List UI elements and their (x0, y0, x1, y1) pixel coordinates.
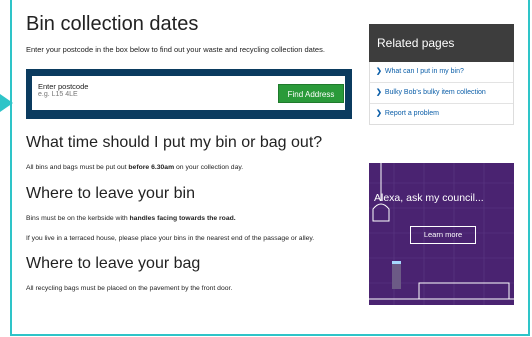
intro-text: Enter your postcode in the box below to … (26, 45, 325, 54)
related-link[interactable]: ❯ Report a problem (370, 104, 513, 124)
main-content: Bin collection dates Enter your postcode… (26, 12, 356, 292)
section-heading-bin: Where to leave your bin (26, 185, 195, 202)
section-text-bag: All recycling bags must be placed on the… (26, 285, 233, 292)
pointer-arrow (0, 94, 13, 112)
section-text-terraced: If you live in a terraced house, please … (26, 235, 315, 242)
section-heading-time: What time should I put my bin or bag out… (26, 134, 323, 151)
page-title: Bin collection dates (26, 13, 199, 35)
postcode-input[interactable] (38, 91, 158, 98)
related-pages: Related pages ❯ What can I put in my bin?… (369, 24, 514, 125)
find-address-button[interactable]: Find Address (278, 84, 344, 103)
chevron-right-icon: ❯ (376, 110, 382, 117)
section-text-bin: Bins must be on the kerbside with handle… (26, 215, 236, 222)
related-pages-title: Related pages (369, 24, 514, 62)
related-link[interactable]: ❯ What can I put in my bin? (370, 62, 513, 83)
postcode-panel: Enter postcode Find Address (26, 69, 352, 119)
section-text-time: All bins and bags must be put out before… (26, 164, 244, 171)
postcode-box: Enter postcode Find Address (32, 76, 345, 110)
chevron-right-icon: ❯ (376, 89, 382, 96)
postcode-label: Enter postcode (38, 82, 89, 91)
section-heading-bag: Where to leave your bag (26, 255, 201, 272)
chevron-right-icon: ❯ (376, 68, 382, 75)
related-link[interactable]: ❯ Bulky Bob's bulky item collection (370, 83, 513, 104)
related-pages-list: ❯ What can I put in my bin? ❯ Bulky Bob's … (369, 62, 514, 125)
promo-title: Alexa, ask my council... (374, 192, 484, 204)
learn-more-button[interactable]: Learn more (410, 226, 476, 244)
alexa-promo[interactable]: Alexa, ask my council... Learn more (369, 163, 514, 305)
